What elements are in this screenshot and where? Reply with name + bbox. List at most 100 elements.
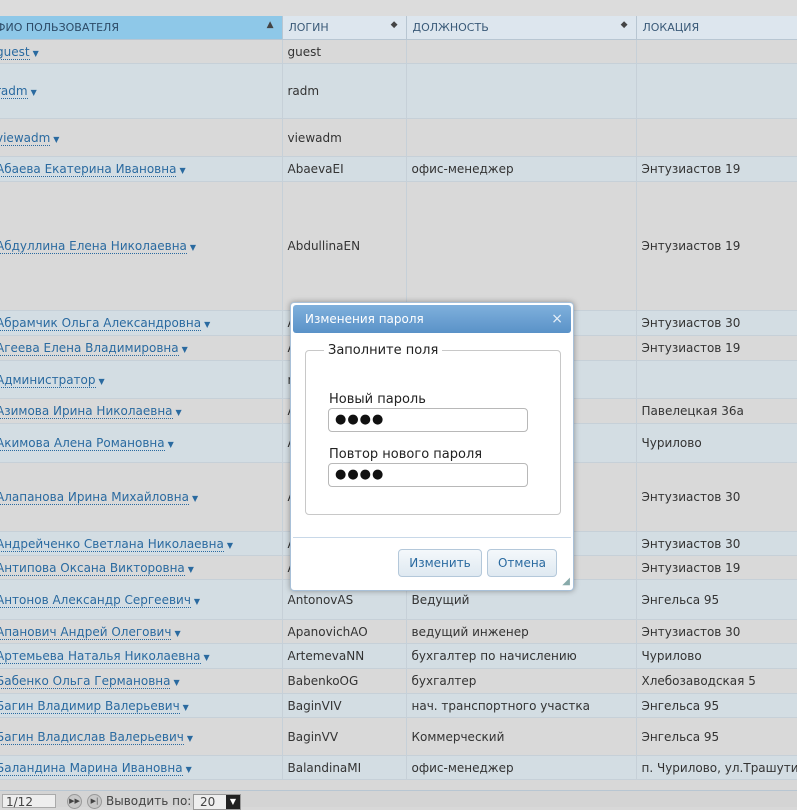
fieldset-legend: Заполните поля <box>328 343 439 358</box>
user-name-link[interactable]: Администратор <box>0 372 96 388</box>
resize-handle-icon[interactable]: ◢ <box>562 576 570 587</box>
user-name-link[interactable]: Багин Владимир Валерьевич <box>0 698 180 714</box>
chevron-down-icon[interactable]: ▼ <box>183 703 189 712</box>
cell-position <box>406 181 637 311</box>
user-name-link[interactable]: Антонов Александр Сергеевич <box>0 592 191 608</box>
cell-fio[interactable]: Абрамчик Ольга Александровна ▼ <box>0 310 283 336</box>
user-name-link[interactable]: viewadm <box>0 130 51 146</box>
cell-fio[interactable]: radm▼ <box>0 63 283 119</box>
chevron-down-icon[interactable]: ▼ <box>173 678 179 687</box>
chevron-down-icon[interactable]: ▼ <box>192 494 198 503</box>
table-row[interactable]: Абаева Екатерина Ивановна ▼ AbaevaEI офис-м… <box>0 156 797 182</box>
chevron-down-icon[interactable]: ▼ <box>194 597 200 606</box>
user-name-link[interactable]: Абдуллина Елена Николаевна <box>0 239 187 254</box>
user-name-link[interactable]: Агеева Елена Владимировна <box>0 341 179 356</box>
table-row[interactable]: guest▼guest <box>0 39 797 64</box>
dialog-titlebar[interactable]: Изменения пароля × <box>293 305 571 333</box>
user-name-link[interactable]: radm <box>0 84 28 99</box>
user-name-link[interactable]: guest <box>0 44 30 60</box>
user-name-link[interactable]: Алапанова Ирина Михайловна <box>0 490 189 505</box>
repeat-password-field[interactable]: ●●●● <box>328 463 528 487</box>
table-row[interactable]: Апанович Андрей Олегович ▼ ApanovichAO веду… <box>0 619 797 644</box>
cell-fio[interactable]: Антонов Александр Сергеевич ▼ <box>0 579 283 620</box>
chevron-down-icon[interactable]: ▼ <box>187 734 193 743</box>
sort-asc-icon: ▲ <box>266 20 274 30</box>
cell-fio[interactable]: Акимова Алена Романовна ▼ <box>0 423 283 463</box>
chevron-down-icon[interactable]: ▼ <box>33 49 39 58</box>
cell-fio[interactable]: Антипова Оксана Викторовна ▼ <box>0 555 283 580</box>
user-name-link[interactable]: Абаева Екатерина Ивановна <box>0 162 177 177</box>
table-row[interactable]: Бабенко Ольга Германовна ▼ BabenkoOG бухгал… <box>0 668 797 694</box>
cell-location: Энтузиастов 19 <box>636 181 797 311</box>
cell-fio[interactable]: Алапанова Ирина Михайловна ▼ <box>0 462 283 532</box>
chevron-down-icon[interactable]: ▼ <box>188 565 194 574</box>
chevron-down-icon[interactable]: ▼ <box>179 166 185 175</box>
user-name-link[interactable]: Акимова Алена Романовна <box>0 436 165 451</box>
cell-location <box>636 39 797 64</box>
new-password-label: Новый пароль <box>329 392 426 407</box>
user-name-link[interactable]: Андрейченко Светлана Николаевна <box>0 536 224 552</box>
user-name-link[interactable]: Бабенко Ольга Германовна <box>0 674 171 689</box>
cell-location: Чурилово <box>636 423 797 463</box>
cell-fio[interactable]: Администратор ▼ <box>0 360 283 399</box>
submit-button[interactable]: Изменить <box>398 549 482 577</box>
user-name-link[interactable]: Артемьева Наталья Николаевна <box>0 649 201 664</box>
table-row[interactable]: Артемьева Наталья Николаевна ▼ ArtemevaNN б… <box>0 643 797 669</box>
user-name-link[interactable]: Апанович Андрей Олегович <box>0 624 172 640</box>
cell-fio[interactable]: Агеева Елена Владимировна ▼ <box>0 335 283 361</box>
chevron-down-icon[interactable]: ▼ <box>176 408 182 417</box>
cell-fio[interactable]: guest▼ <box>0 39 283 64</box>
close-icon[interactable]: × <box>551 305 563 333</box>
cell-fio[interactable]: Азимова Ирина Николаевна ▼ <box>0 398 283 424</box>
column-header-position[interactable]: ДОЛЖНОСТЬ ◆ <box>406 16 637 40</box>
column-header-login[interactable]: ЛОГИН ◆ <box>282 16 407 40</box>
table-row[interactable]: Багин Владимир Валерьевич ▼ BaginVIV нач. т… <box>0 693 797 718</box>
user-name-link[interactable]: Багин Владислав Валерьевич <box>0 729 184 745</box>
user-name-link[interactable]: Абрамчик Ольга Александровна <box>0 316 202 331</box>
chevron-down-icon[interactable]: ▼ <box>204 653 210 662</box>
cell-fio[interactable]: Багин Владимир Валерьевич ▼ <box>0 693 283 718</box>
cancel-button[interactable]: Отмена <box>487 549 557 577</box>
cell-fio[interactable]: Абдуллина Елена Николаевна ▼ <box>0 181 283 311</box>
table-row[interactable]: Абдуллина Елена Николаевна ▼ AbdullinaEN Эн… <box>0 181 797 311</box>
cell-location: Энгельса 95 <box>636 717 797 756</box>
cell-location <box>636 118 797 157</box>
chevron-down-icon[interactable]: ▼ <box>226 795 240 809</box>
chevron-down-icon[interactable]: ▼ <box>174 629 180 638</box>
cell-fio[interactable]: Баландина Марина Ивановна ▼ <box>0 755 283 780</box>
cell-position: ведущий инженер <box>406 619 637 644</box>
chevron-down-icon[interactable]: ▼ <box>204 320 210 329</box>
chevron-down-icon[interactable]: ▼ <box>190 243 196 252</box>
cell-fio[interactable]: viewadm ▼ <box>0 118 283 157</box>
table-row[interactable]: viewadm ▼ viewadm <box>0 118 797 157</box>
last-page-icon[interactable]: ▶| <box>87 794 102 809</box>
chevron-down-icon[interactable]: ▼ <box>53 135 59 144</box>
per-page-select[interactable]: 20 ▼ <box>193 794 241 810</box>
column-header-fio[interactable]: ФИО ПОЛЬЗОВАТЕЛЯ ▲ <box>0 16 283 40</box>
table-header-row: ФИО ПОЛЬЗОВАТЕЛЯ ▲ ЛОГИН ◆ ДОЛЖНОСТЬ ◆ ЛОКА… <box>0 16 797 40</box>
user-name-link[interactable]: Антипова Оксана Викторовна <box>0 560 185 576</box>
table-row[interactable]: Баландина Марина Ивановна ▼ BalandinaMI офи… <box>0 755 797 780</box>
chevron-down-icon[interactable]: ▼ <box>227 541 233 550</box>
cell-fio[interactable]: Бабенко Ольга Германовна ▼ <box>0 668 283 694</box>
cell-fio[interactable]: Абаева Екатерина Ивановна ▼ <box>0 156 283 182</box>
cell-fio[interactable]: Артемьева Наталья Николаевна ▼ <box>0 643 283 669</box>
cell-location: Энтузиастов 19 <box>636 335 797 361</box>
table-row[interactable]: Багин Владислав Валерьевич ▼ BaginVV Коммер… <box>0 717 797 756</box>
user-name-link[interactable]: Азимова Ирина Николаевна <box>0 404 173 419</box>
chevron-down-icon[interactable]: ▼ <box>31 88 37 97</box>
user-name-link[interactable]: Баландина Марина Ивановна <box>0 760 183 776</box>
chevron-down-icon[interactable]: ▼ <box>186 765 192 774</box>
table-row[interactable]: radm▼radm <box>0 63 797 119</box>
chevron-down-icon[interactable]: ▼ <box>99 377 105 386</box>
cell-location: п. Чурилово, ул.Трашутина,д.49,кв <box>636 755 797 780</box>
chevron-down-icon[interactable]: ▼ <box>182 345 188 354</box>
next-page-icon[interactable]: ▶▶ <box>67 794 82 809</box>
new-password-field[interactable]: ●●●● <box>328 408 528 432</box>
cell-fio[interactable]: Андрейченко Светлана Николаевна ▼ <box>0 531 283 556</box>
column-header-location[interactable]: ЛОКАЦИЯ <box>636 16 797 40</box>
cell-fio[interactable]: Багин Владислав Валерьевич ▼ <box>0 717 283 756</box>
chevron-down-icon[interactable]: ▼ <box>168 440 174 449</box>
cell-login: ArtemevaNN <box>282 643 407 669</box>
cell-fio[interactable]: Апанович Андрей Олегович ▼ <box>0 619 283 644</box>
